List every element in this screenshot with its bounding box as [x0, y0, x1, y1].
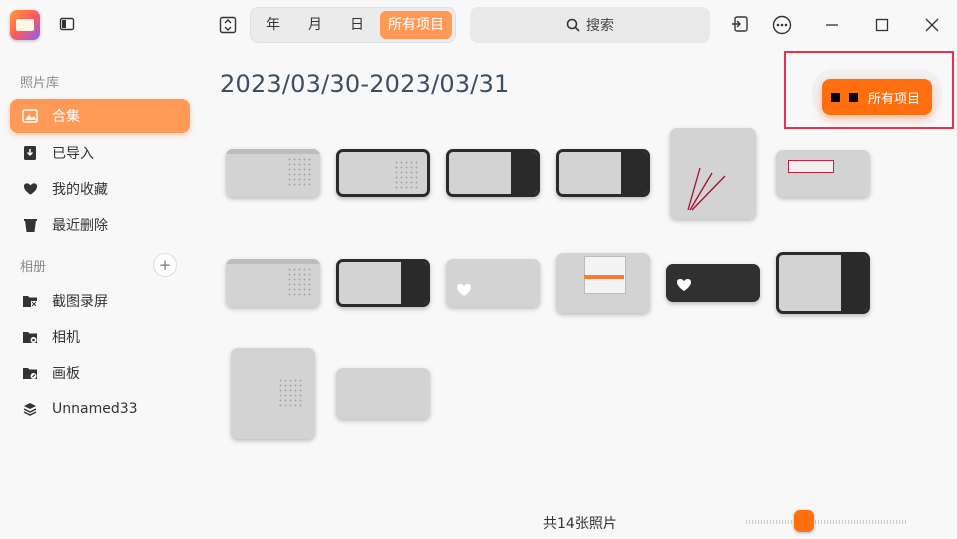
photo-thumbnail[interactable]: [446, 259, 540, 307]
sidebar-item-recently-deleted[interactable]: 最近删除: [10, 208, 190, 242]
import-photos-icon[interactable]: [726, 11, 754, 39]
tab-year[interactable]: 年: [259, 11, 287, 39]
photo-thumbnail[interactable]: [670, 128, 756, 219]
image-icon: [22, 108, 38, 124]
photo-count-label: 共14张照片: [543, 516, 617, 532]
photo-thumbnail[interactable]: [776, 252, 870, 314]
tab-all-items[interactable]: 所有项目: [380, 11, 452, 39]
sort-toggle-icon[interactable]: [214, 11, 242, 39]
photo-thumbnail[interactable]: [666, 264, 760, 302]
folder-drawing-icon: [22, 365, 38, 381]
section-label-albums: 相册: [20, 260, 47, 275]
photo-thumbnail[interactable]: [556, 253, 650, 313]
sidebar-item-drawing[interactable]: 画板: [10, 356, 190, 390]
search-icon: [566, 18, 580, 32]
sidebar: 照片库 合集 已导入 我的收藏 最近删除 相册 + 截图录屏 相机 画板 Unn…: [0, 50, 200, 539]
sidebar-item-imported[interactable]: 已导入: [10, 136, 190, 170]
folder-camera-icon: [22, 329, 38, 345]
sidebar-item-label: Unnamed33: [52, 401, 138, 417]
photo-thumbnail[interactable]: [226, 149, 320, 197]
page-title: 2023/03/30-2023/03/31: [220, 70, 510, 98]
sidebar-item-camera[interactable]: 相机: [10, 320, 190, 354]
layers-icon: [22, 401, 38, 417]
photo-thumbnail[interactable]: [226, 259, 320, 307]
folder-screenshot-icon: [22, 293, 38, 309]
add-album-button[interactable]: +: [153, 253, 177, 277]
photo-thumbnail[interactable]: [336, 368, 430, 419]
sidebar-item-label: 合集: [52, 109, 80, 125]
sidebar-item-label: 画板: [52, 366, 80, 382]
photo-thumbnail[interactable]: [231, 348, 315, 439]
heart-icon: [22, 181, 38, 197]
sidebar-item-label: 已导入: [52, 146, 94, 162]
photo-thumbnail[interactable]: [776, 150, 870, 197]
photo-thumbnail[interactable]: [446, 149, 540, 197]
view-tabs: 年 月 日 所有项目: [250, 7, 456, 43]
sidebar-item-label: 截图录屏: [52, 294, 108, 310]
highlight-frame: [784, 51, 954, 129]
search-input[interactable]: 搜索: [470, 7, 710, 43]
photo-thumbnail[interactable]: [336, 149, 430, 197]
section-label-library: 照片库: [20, 76, 60, 91]
tab-day[interactable]: 日: [343, 11, 371, 39]
favorite-heart-icon: [457, 284, 471, 296]
trash-icon: [22, 217, 38, 233]
import-icon: [22, 145, 38, 161]
tab-month[interactable]: 月: [301, 11, 329, 39]
search-label: 搜索: [586, 18, 614, 34]
sidebar-item-favorites[interactable]: 我的收藏: [10, 172, 190, 206]
sidebar-item-label: 最近删除: [52, 218, 108, 234]
sidebar-item-label: 相机: [52, 330, 80, 346]
zoom-slider-track[interactable]: [746, 520, 907, 524]
maximize-icon[interactable]: [868, 11, 896, 39]
minimize-icon[interactable]: [818, 11, 846, 39]
more-options-icon[interactable]: [768, 11, 796, 39]
favorite-heart-icon: [677, 279, 691, 291]
photo-thumbnail[interactable]: [336, 259, 430, 307]
photo-thumbnail[interactable]: [556, 149, 650, 197]
sidebar-item-collection[interactable]: 合集: [10, 99, 190, 133]
zoom-slider-handle[interactable]: [794, 510, 814, 532]
sidebar-item-label: 我的收藏: [52, 182, 108, 198]
sidebar-item-unnamed33[interactable]: Unnamed33: [10, 392, 190, 426]
close-icon[interactable]: [918, 11, 946, 39]
sidebar-item-screenshots[interactable]: 截图录屏: [10, 284, 190, 318]
sidebar-toggle-icon[interactable]: [59, 16, 75, 32]
app-logo-icon: [10, 10, 40, 40]
